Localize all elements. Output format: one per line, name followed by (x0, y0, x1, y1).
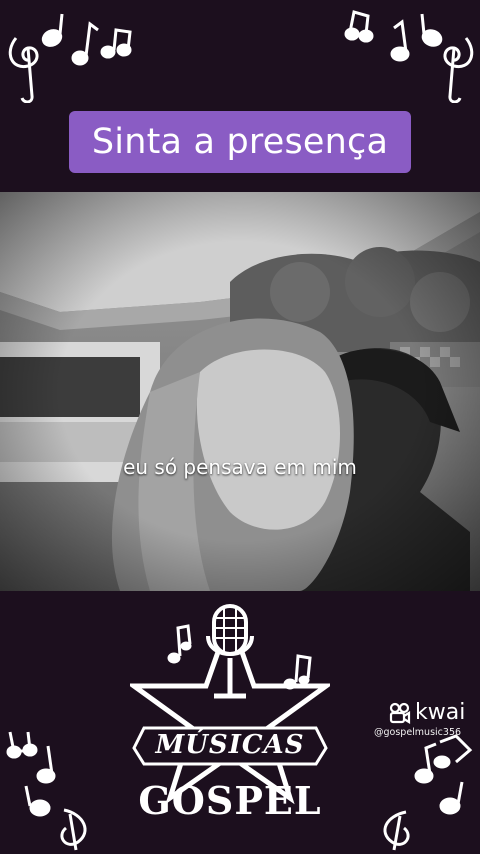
kwai-handle: @gospelmusic356 (374, 727, 462, 738)
video-caption: eu só pensava em mim (123, 455, 357, 479)
page-title: Sinta a presença (91, 122, 389, 162)
logo-line2: GOSPEL (138, 778, 322, 823)
logo-line1: MÚSICAS (155, 730, 305, 760)
music-notes-bottom-right (360, 722, 480, 852)
music-notes-bottom-left (0, 722, 120, 852)
kwai-brand-label: kwai (415, 700, 466, 725)
music-notes-top-left (2, 8, 142, 103)
kwai-brand: kwai (388, 700, 465, 725)
title-badge: Sinta a presença (69, 111, 411, 173)
music-notes-top-right (340, 8, 480, 103)
musicas-gospel-logo: MÚSICAS GOSPEL (126, 598, 334, 838)
video-frame[interactable]: eu só pensava em mim (0, 192, 480, 591)
kwai-watermark: kwai @gospelmusic356 (374, 700, 465, 738)
kwai-camera-icon (389, 702, 411, 724)
